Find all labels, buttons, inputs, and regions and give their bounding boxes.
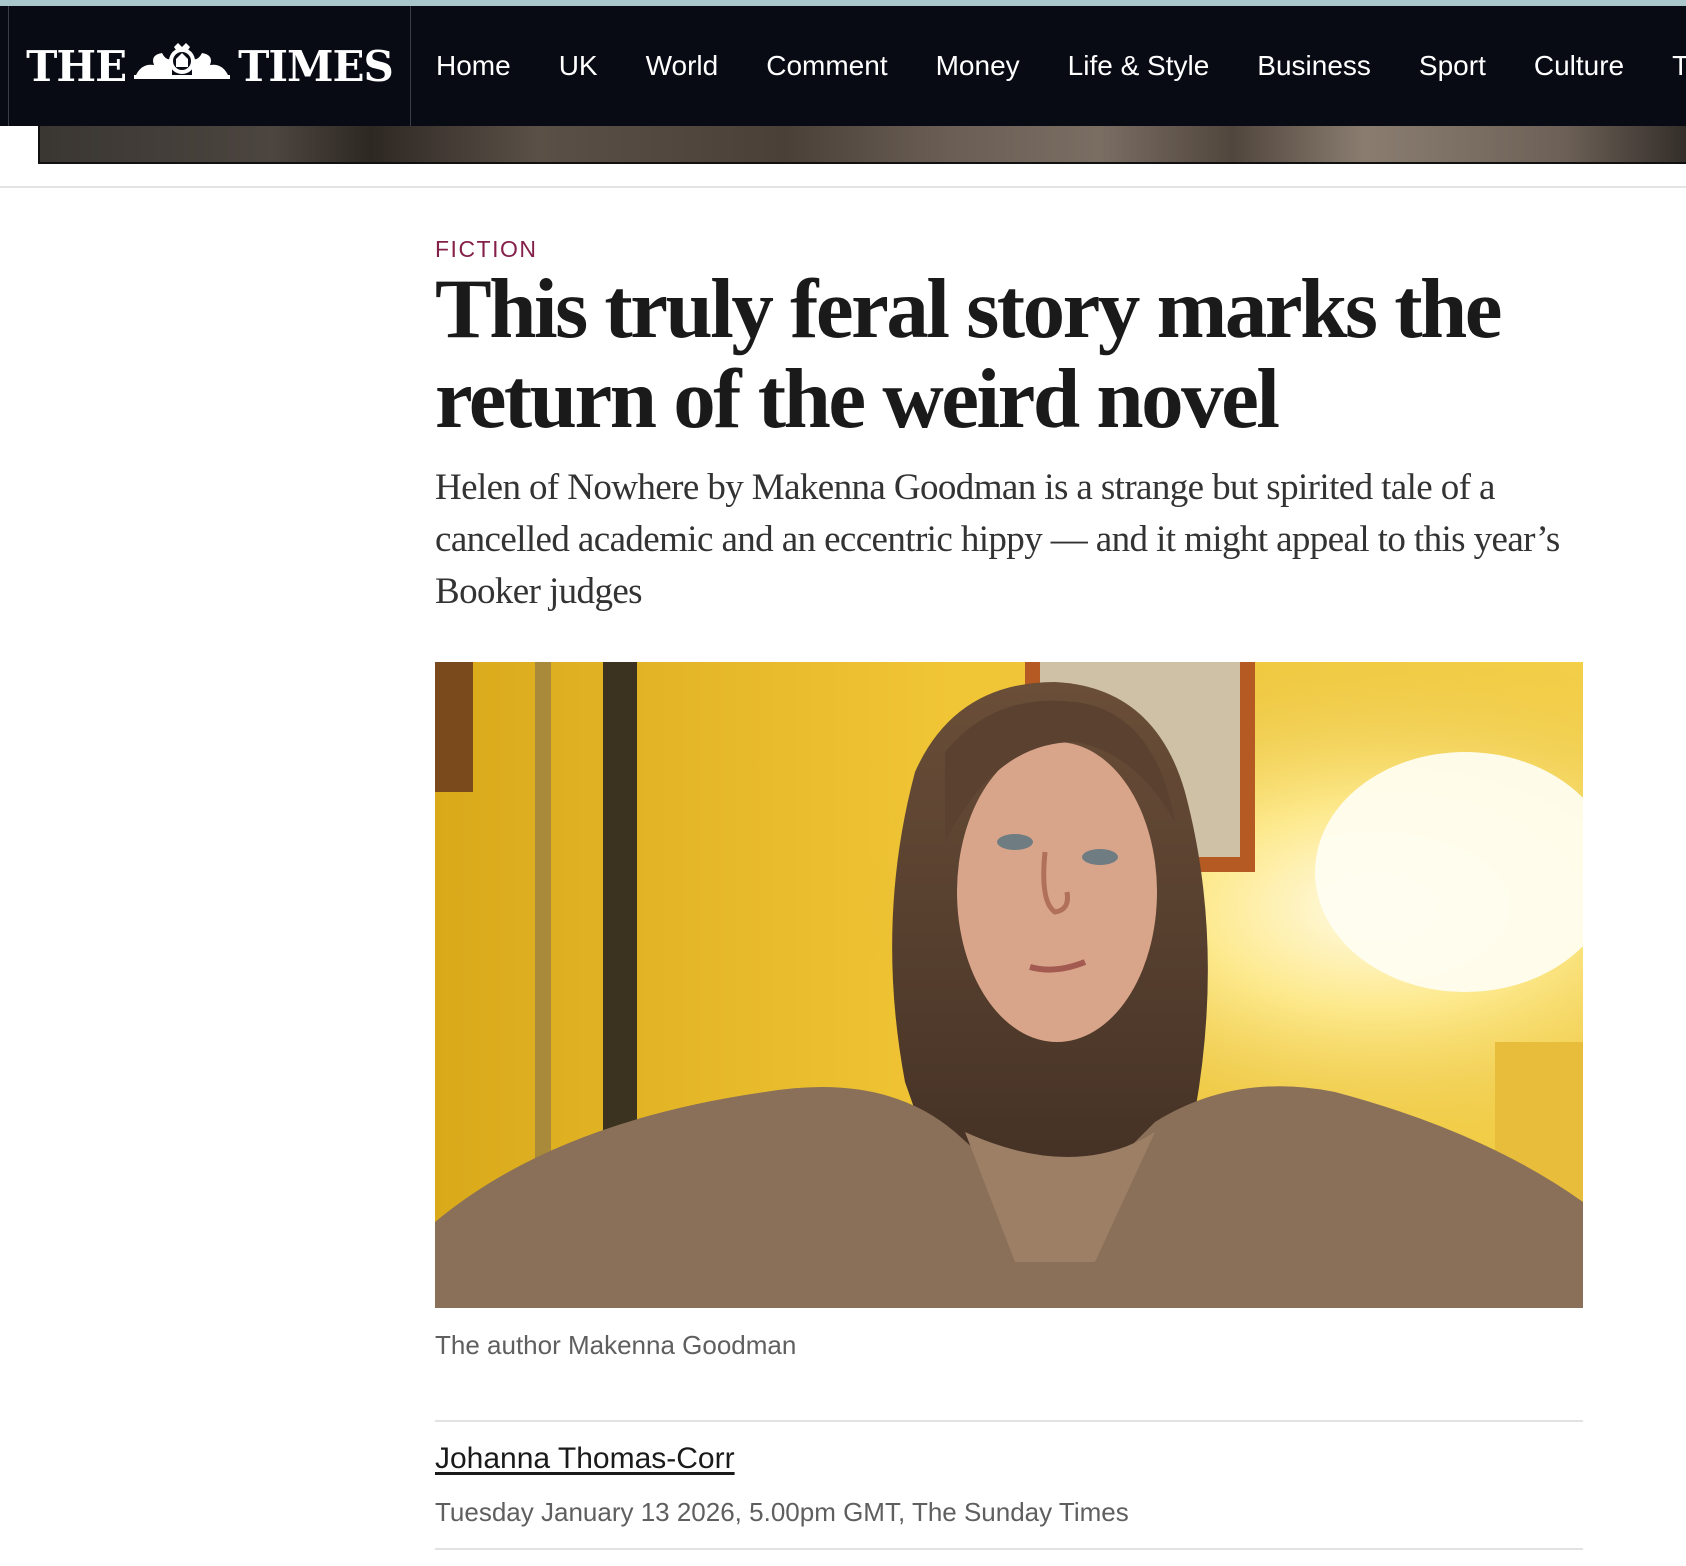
nav-item-sport[interactable]: Sport — [1419, 50, 1486, 82]
section-nav: Home UK World Comment Money Life & Style… — [412, 6, 1686, 126]
nav-item-comment[interactable]: Comment — [766, 50, 887, 82]
nav-item-home[interactable]: Home — [436, 50, 511, 82]
royal-crest-icon — [132, 41, 232, 91]
nav-item-culture[interactable]: Culture — [1534, 50, 1624, 82]
author-link[interactable]: Johanna Thomas-Corr — [435, 1442, 735, 1476]
article-standfirst: Helen of Nowhere by Makenna Goodman is a… — [435, 467, 1560, 612]
author-photo — [435, 662, 1583, 1308]
header-separator — [0, 186, 1686, 188]
masthead-logo-link[interactable]: THE TIMES — [8, 6, 411, 126]
nav-item-business[interactable]: Business — [1257, 50, 1371, 82]
nav-item-truncated[interactable]: T — [1672, 50, 1686, 82]
masthead-logo: THE TIMES — [26, 41, 394, 91]
image-caption: The author Makenna Goodman — [435, 1330, 797, 1360]
nav-item-money[interactable]: Money — [936, 50, 1020, 82]
publish-dateline: Tuesday January 13 2026, 5.00pm GMT, The… — [435, 1497, 1129, 1527]
category-label[interactable]: FICTION — [435, 236, 538, 263]
byline-bottom-divider — [435, 1548, 1583, 1550]
article-headline: This truly feral story marks the return … — [435, 262, 1503, 446]
logo-word-the: THE — [26, 41, 127, 91]
nav-item-world[interactable]: World — [646, 50, 719, 82]
nav-item-uk[interactable]: UK — [559, 50, 598, 82]
top-navigation-bar: THE TIMES Home UK World Comment Money Li… — [0, 6, 1686, 126]
top-banner-image-strip — [38, 126, 1686, 164]
nav-item-life-style[interactable]: Life & Style — [1068, 50, 1210, 82]
byline-top-divider — [435, 1420, 1583, 1422]
logo-word-times: TIMES — [238, 41, 394, 91]
